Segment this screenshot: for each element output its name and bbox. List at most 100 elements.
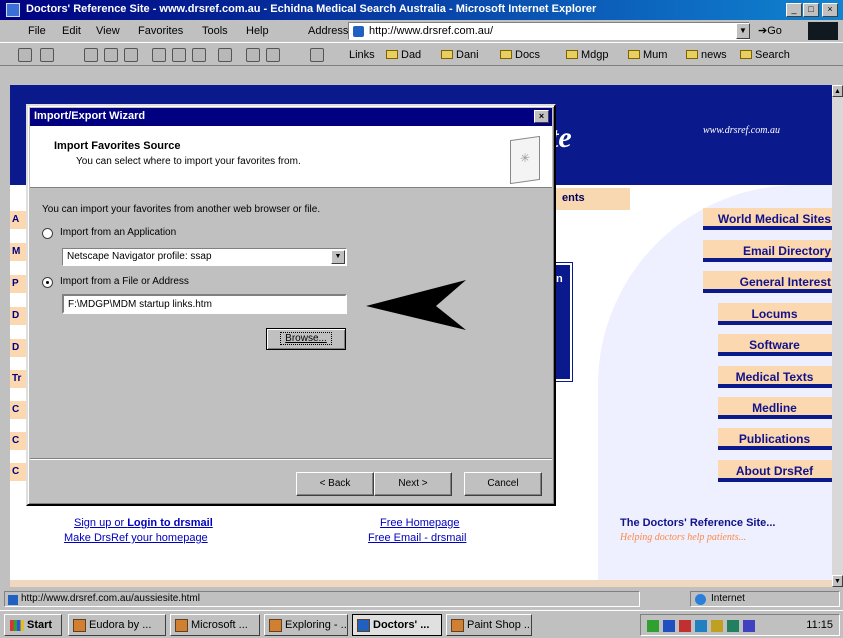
scroll-up-icon[interactable]: ▲ <box>832 85 843 97</box>
search-icon[interactable] <box>152 48 166 62</box>
back-icon[interactable] <box>18 48 32 62</box>
clock[interactable]: 11:15 <box>806 619 833 631</box>
nav-locums[interactable]: Locums <box>718 303 832 325</box>
panel-label: n <box>556 273 563 285</box>
globe-icon <box>695 594 706 605</box>
favorites-icon[interactable] <box>172 48 186 62</box>
dialog-close-button[interactable]: × <box>534 110 549 123</box>
next-button[interactable]: Next > <box>374 472 452 496</box>
system-tray: 11:15 <box>640 614 840 636</box>
scroll-down-icon[interactable]: ▼ <box>832 575 843 587</box>
tray-icon[interactable] <box>743 620 755 632</box>
menu-tools[interactable]: Tools <box>202 25 228 37</box>
address-dropdown-button[interactable]: ▼ <box>736 23 750 39</box>
address-input[interactable]: http://www.drsref.com.au/ <box>348 22 750 40</box>
dialog-header: Import Favorites Source You can select w… <box>30 126 552 188</box>
folder-icon <box>441 50 453 59</box>
nav-medline[interactable]: Medline <box>718 397 832 419</box>
taskbar: Start Eudora by ... Microsoft ... Explor… <box>0 610 843 638</box>
edit-icon[interactable] <box>266 48 280 62</box>
link-search[interactable]: Search <box>740 49 790 61</box>
cancel-button[interactable]: Cancel <box>464 472 542 496</box>
application-select[interactable]: Netscape Navigator profile: ssap ▼ <box>62 248 347 266</box>
discuss-icon[interactable] <box>310 48 324 62</box>
mail-icon[interactable] <box>218 48 232 62</box>
folder-icon <box>269 619 282 632</box>
history-icon[interactable] <box>192 48 206 62</box>
file-address-input[interactable]: F:\MDGP\MDM startup links.htm <box>62 294 347 314</box>
tray-icon[interactable] <box>679 620 691 632</box>
nav-publications[interactable]: Publications <box>718 428 832 450</box>
dialog-separator <box>30 458 552 460</box>
nav-general-interest[interactable]: General Interest <box>703 271 832 293</box>
task-exploring[interactable]: Exploring - ... <box>264 614 348 636</box>
wizard-page-icon <box>510 135 540 185</box>
footer-tagline: Helping doctors help patients... <box>620 532 747 543</box>
print-icon[interactable] <box>246 48 260 62</box>
tray-icon[interactable] <box>647 620 659 632</box>
menu-view[interactable]: View <box>96 25 120 37</box>
forward-icon[interactable] <box>40 48 54 62</box>
nav-software[interactable]: Software <box>718 334 832 356</box>
nav-about-drsref[interactable]: About DrsRef <box>718 460 832 482</box>
menu-help[interactable]: Help <box>246 25 269 37</box>
links-label: Links <box>349 49 375 61</box>
page-icon <box>8 595 18 605</box>
link-dani[interactable]: Dani <box>441 49 479 61</box>
nav-medical-texts[interactable]: Medical Texts <box>718 366 832 388</box>
app-icon <box>73 619 86 632</box>
back-button[interactable]: < Back <box>296 472 374 496</box>
task-eudora[interactable]: Eudora by ... <box>68 614 166 636</box>
browse-button[interactable]: Browse... <box>266 328 346 350</box>
tray-icon[interactable] <box>727 620 739 632</box>
section-tab-fragment[interactable]: ents <box>550 188 630 210</box>
radio-import-application[interactable] <box>42 228 53 239</box>
option-app-label[interactable]: Import from an Application <box>60 227 176 238</box>
menu-file[interactable]: File <box>28 25 46 37</box>
task-microsoft[interactable]: Microsoft ... <box>170 614 260 636</box>
close-button[interactable]: × <box>822 3 838 17</box>
option-file-label[interactable]: Import from a File or Address <box>60 276 189 287</box>
folder-icon <box>628 50 640 59</box>
nav-email-directory[interactable]: Email Directory <box>703 240 832 262</box>
link-docs[interactable]: Docs <box>500 49 540 61</box>
link-dad[interactable]: Dad <box>386 49 421 61</box>
maximize-button[interactable]: □ <box>803 3 819 17</box>
link-mdgp[interactable]: Mdgp <box>566 49 609 61</box>
window-title-bar[interactable]: Doctors' Reference Site - www.drsref.com… <box>0 0 843 20</box>
go-button[interactable]: ➔Go <box>758 24 782 37</box>
stop-icon[interactable] <box>84 48 98 62</box>
dialog-intro-text: You can import your favorites from anoth… <box>42 204 321 215</box>
make-homepage-link[interactable]: Make DrsRef your homepage <box>64 532 208 544</box>
toolbar: Links Dad Dani Docs Mdgp Mum news Search <box>0 42 843 66</box>
free-email-link[interactable]: Free Email - drsmail <box>368 532 466 544</box>
import-export-wizard-dialog[interactable]: Import/Export Wizard × Import Favorites … <box>26 104 556 506</box>
tray-icon[interactable] <box>711 620 723 632</box>
start-button[interactable]: Start <box>4 614 62 636</box>
ie-icon <box>357 619 370 632</box>
task-paint-shop[interactable]: Paint Shop ... <box>446 614 532 636</box>
tray-icon[interactable] <box>663 620 675 632</box>
windows-logo-icon <box>10 620 24 631</box>
refresh-icon[interactable] <box>104 48 118 62</box>
chevron-down-icon[interactable]: ▼ <box>331 250 345 264</box>
page-icon <box>353 26 364 37</box>
page-bottom-stripe <box>10 580 832 587</box>
dialog-title-bar[interactable]: Import/Export Wizard × <box>30 108 552 126</box>
tray-icon[interactable] <box>695 620 707 632</box>
nav-world-medical-sites[interactable]: World Medical Sites <box>703 208 832 230</box>
link-mum[interactable]: Mum <box>628 49 667 61</box>
dialog-subheading: You can select where to import your favo… <box>76 156 301 167</box>
free-homepage-link[interactable]: Free Homepage <box>380 517 460 529</box>
menu-favorites[interactable]: Favorites <box>138 25 183 37</box>
home-icon[interactable] <box>124 48 138 62</box>
task-doctors[interactable]: Doctors' ... <box>352 614 442 636</box>
signup-link[interactable]: Sign up or Login to drsmail <box>74 517 213 529</box>
vertical-scrollbar[interactable]: ▲ ▼ <box>832 85 843 587</box>
link-news[interactable]: news <box>686 49 727 61</box>
minimize-button[interactable]: _ <box>786 3 802 17</box>
folder-icon <box>686 50 698 59</box>
annotation-arrow-icon <box>366 280 466 330</box>
radio-import-file[interactable] <box>42 277 53 288</box>
menu-edit[interactable]: Edit <box>62 25 81 37</box>
